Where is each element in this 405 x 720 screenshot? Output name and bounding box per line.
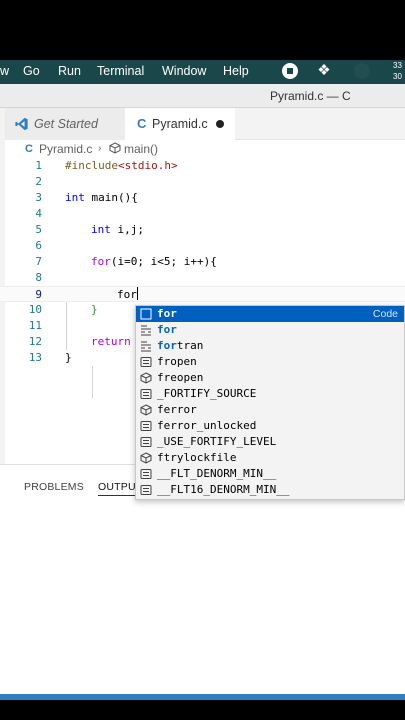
tab-label: Pyramid.c	[152, 117, 208, 131]
menu-bar: w Go Run Terminal Window Help ❖ 33 30	[0, 60, 405, 84]
clock: 33 30	[393, 61, 402, 81]
c-file-icon: C	[25, 143, 33, 155]
code-line: 1 #include<stdio.h>	[35, 159, 178, 172]
tab-get-started[interactable]: Get Started	[5, 108, 125, 140]
cube-icon	[140, 404, 152, 416]
suggestion-item[interactable]: freopen	[136, 370, 404, 386]
chevron-right-icon: ›	[98, 143, 102, 154]
menu-go[interactable]: Go	[23, 64, 40, 78]
text-cursor	[136, 287, 138, 300]
cube-icon	[109, 142, 121, 154]
title-bar: Pyramid.c — C	[0, 84, 405, 108]
window-title: Pyramid.c — C	[270, 89, 351, 103]
breadcrumb-file[interactable]: Pyramid.c	[39, 142, 92, 156]
suggestion-item[interactable]: __FLT_DENORM_MIN__	[136, 466, 404, 482]
vscode-icon	[15, 117, 28, 131]
menu-run[interactable]: Run	[58, 64, 81, 78]
status-dim-icon[interactable]	[354, 63, 370, 79]
stop-icon[interactable]	[282, 63, 298, 79]
snippet-icon	[140, 357, 152, 367]
menu-help[interactable]: Help	[223, 64, 249, 78]
keyword-icon	[141, 325, 151, 336]
suggestion-detail: Code	[372, 308, 398, 320]
code-line: 6	[35, 239, 42, 252]
suggestion-item[interactable]: ferror_unlocked	[136, 418, 404, 434]
code-line: 8	[35, 271, 42, 284]
tab-pyramid-c[interactable]: C Pyramid.c	[125, 108, 235, 140]
status-bar	[0, 694, 405, 700]
code-line: 2	[35, 175, 42, 188]
snippet-icon	[140, 437, 152, 447]
suggestion-item[interactable]: for	[136, 322, 404, 338]
snippet-icon	[140, 389, 152, 399]
cube-icon	[140, 452, 152, 464]
menu-view-partial[interactable]: w	[0, 64, 9, 78]
snippet-icon	[140, 485, 152, 495]
keyword-icon	[141, 341, 151, 352]
suggestion-item[interactable]: fropen	[136, 354, 404, 370]
indent-guide	[92, 366, 93, 398]
suggestion-item[interactable]: __FLT16_DENORM_MIN__	[136, 482, 404, 498]
suggestion-widget[interactable]: for Code for fortran fropen freopen _FOR…	[135, 305, 405, 500]
suggestion-item[interactable]: for Code	[136, 306, 404, 322]
tab-problems[interactable]: PROBLEMS	[24, 481, 84, 493]
snippet-icon	[140, 308, 152, 320]
c-file-icon: C	[137, 116, 147, 131]
menu-window[interactable]: Window	[162, 64, 206, 78]
editor-tabs: Get Started C Pyramid.c	[0, 108, 405, 140]
cube-icon	[140, 372, 152, 384]
suggestion-item[interactable]: ftrylockfile	[136, 450, 404, 466]
code-line: 5 int i,j;	[35, 223, 144, 236]
menu-terminal[interactable]: Terminal	[97, 64, 144, 78]
snippet-icon	[140, 469, 152, 479]
code-line: 7 for(i=0; i<5; i++){	[35, 255, 217, 268]
snippet-icon	[140, 421, 152, 431]
unsaved-dot-icon[interactable]	[216, 120, 224, 128]
suggestion-item[interactable]: fortran	[136, 338, 404, 354]
suggestion-item[interactable]: _FORTIFY_SOURCE	[136, 386, 404, 402]
suggestion-item[interactable]: _USE_FORTIFY_LEVEL	[136, 434, 404, 450]
code-line-current: 9 for	[0, 286, 405, 302]
code-line: 4	[35, 207, 42, 220]
dropbox-icon[interactable]: ❖	[316, 63, 332, 79]
code-line: 3 int main(){	[35, 191, 138, 204]
tab-label: Get Started	[34, 117, 98, 131]
breadcrumb: C Pyramid.c › main()	[0, 140, 405, 158]
breadcrumb-symbol[interactable]: main()	[124, 142, 158, 156]
suggestion-item[interactable]: ferror	[136, 402, 404, 418]
